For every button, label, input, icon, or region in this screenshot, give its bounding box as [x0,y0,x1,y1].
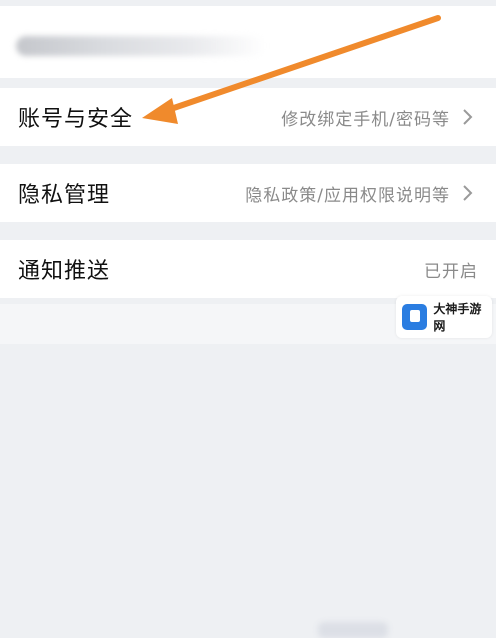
settings-row-account-security[interactable]: 账号与安全 修改绑定手机/密码等 [0,88,496,146]
chevron-right-icon [463,109,473,125]
settings-row-privacy[interactable]: 隐私管理 隐私政策/应用权限说明等 [0,164,496,222]
row-description: 隐私政策/应用权限说明等 [245,185,450,206]
settings-row-notifications[interactable]: 通知推送 已开启 [0,240,496,298]
row-title: 账号与安全 [18,107,134,132]
chevron-right-icon [463,185,473,201]
row-title: 通知推送 [18,259,111,284]
row-description: 修改绑定手机/密码等 [281,109,450,130]
profile-card[interactable] [0,6,496,78]
blurred-username [16,36,266,56]
watermark-name: 大神手游网 [433,302,482,333]
watermark-logo: 大神手游网 [396,296,492,338]
row-title: 隐私管理 [18,183,111,208]
blurred-content [318,622,388,638]
logo-icon [402,304,428,330]
notification-status: 已开启 [424,261,478,282]
